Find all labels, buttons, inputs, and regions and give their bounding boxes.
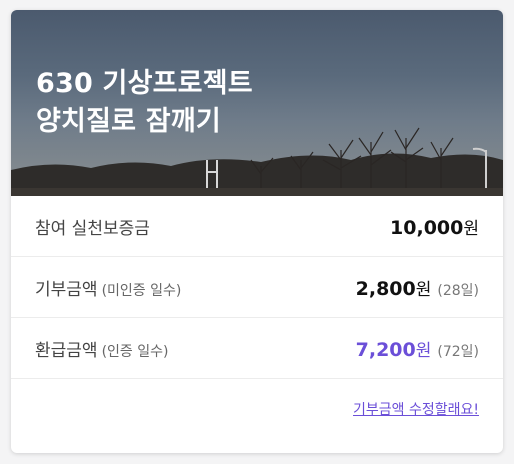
project-title-line1: 630 기상프로젝트 <box>36 68 253 99</box>
refund-label-text: 환급금액 <box>35 340 98 361</box>
project-title-line2: 양치질로 잠깨기 <box>36 106 221 137</box>
refund-label: 환급금액 (인증 일수) <box>35 336 168 361</box>
donation-row: 기부금액 (미인증 일수) 2,800 원 (28일) <box>11 257 503 318</box>
project-title: 630 기상프로젝트 양치질로 잠깨기 <box>36 65 253 141</box>
project-card: 630 기상프로젝트 양치질로 잠깨기 참여 실천보증금 10,000 원 기부… <box>11 10 503 453</box>
hero-banner: 630 기상프로젝트 양치질로 잠깨기 <box>11 10 503 196</box>
deposit-row: 참여 실천보증금 10,000 원 <box>11 196 503 257</box>
donation-label-sub: (미인증 일수) <box>101 282 182 299</box>
donation-unit: 원 <box>415 279 432 300</box>
summary-list: 참여 실천보증금 10,000 원 기부금액 (미인증 일수) 2,800 원 (… <box>11 196 503 379</box>
donation-value: 2,800 원 (28일) <box>356 275 479 300</box>
deposit-label: 참여 실천보증금 <box>35 214 150 239</box>
donation-label: 기부금액 (미인증 일수) <box>35 275 181 300</box>
refund-label-sub: (인증 일수) <box>101 343 169 360</box>
refund-unit: 원 <box>415 340 432 361</box>
refund-amount: 7,200 <box>355 338 416 361</box>
refund-row: 환급금액 (인증 일수) 7,200 원 (72일) <box>11 318 503 379</box>
donation-label-text: 기부금액 <box>35 279 98 300</box>
refund-value: 7,200 원 (72일) <box>356 336 479 361</box>
deposit-label-text: 참여 실천보증금 <box>35 218 150 239</box>
deposit-amount: 10,000 <box>390 216 464 239</box>
deposit-value: 10,000 원 <box>390 214 479 239</box>
donation-amount: 2,800 <box>355 277 416 300</box>
deposit-unit: 원 <box>463 218 479 239</box>
refund-days: (72일) <box>437 343 479 360</box>
donation-days: (28일) <box>437 282 479 299</box>
edit-donation-link[interactable]: 기부금액 수정할래요! <box>353 399 479 419</box>
card-footer: 기부금액 수정할래요! <box>11 379 503 439</box>
